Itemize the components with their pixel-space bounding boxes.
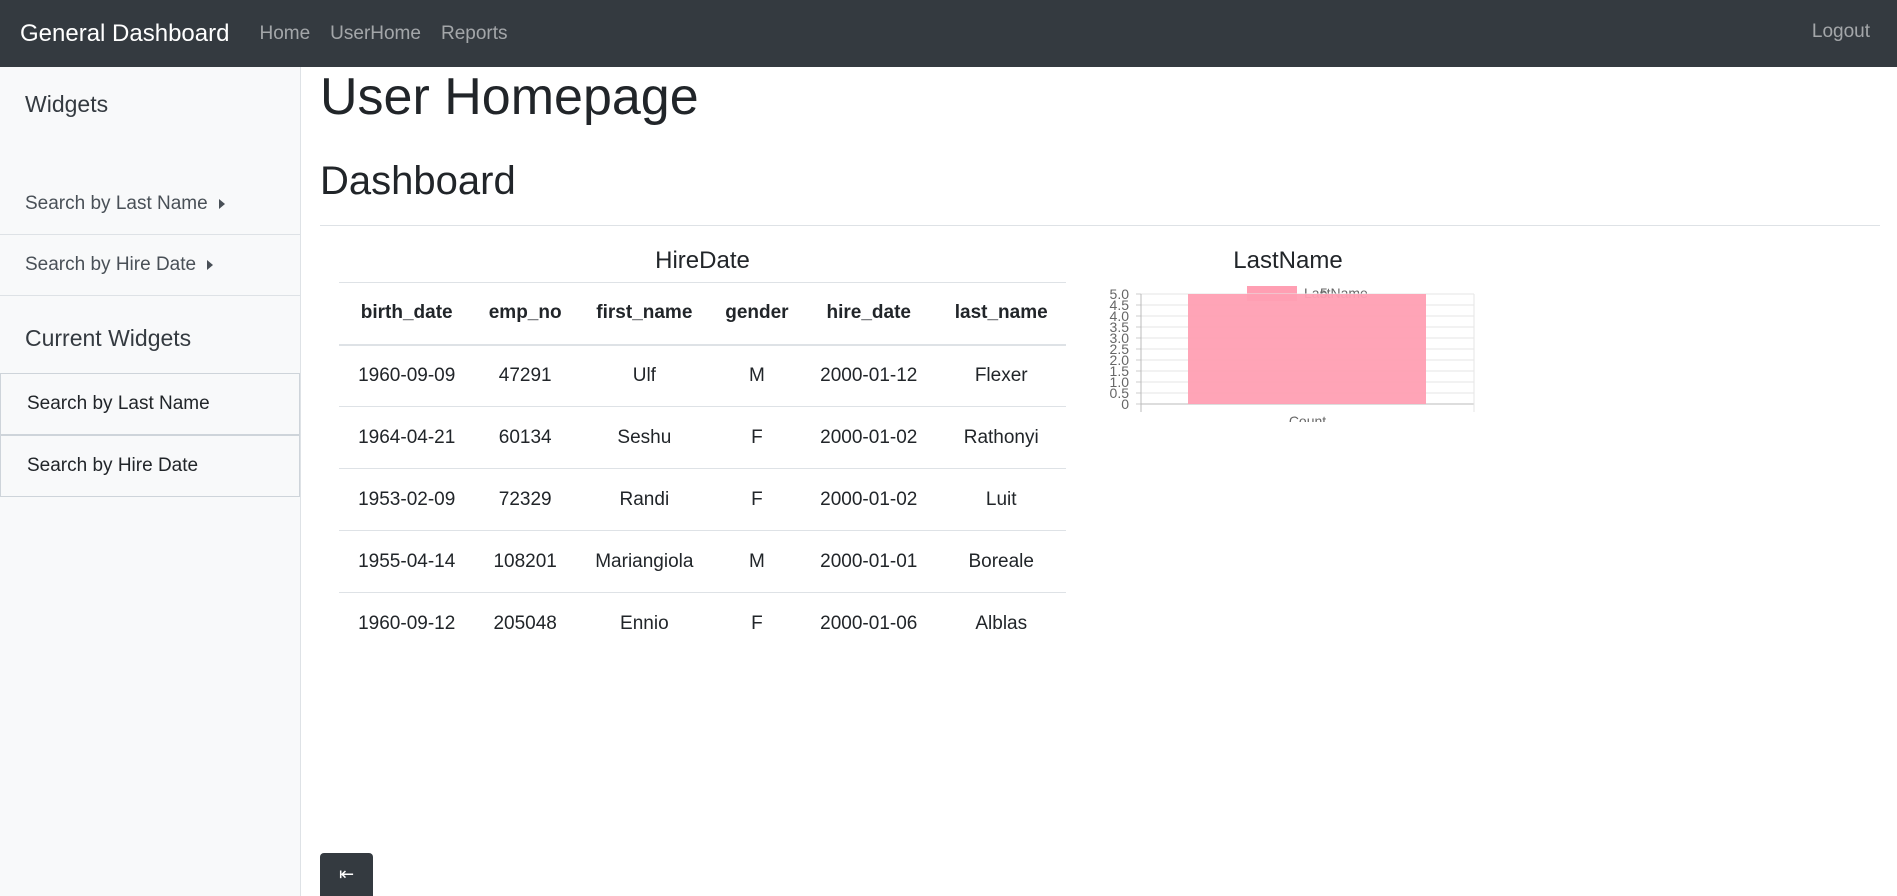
- table-cell: F: [712, 406, 802, 469]
- table-cell: 47291: [474, 344, 576, 407]
- sidebar-item-label: Search by Last Name: [25, 193, 208, 214]
- table-row: 1964-04-21 60134 Seshu F 2000-01-02 Rath…: [339, 406, 1066, 469]
- current-widgets-heading: Current Widgets: [25, 325, 192, 351]
- table-cell: 2000-01-06: [820, 612, 918, 634]
- column-header: last_name: [936, 282, 1066, 346]
- column-header: hire_date: [801, 282, 937, 346]
- logout-link[interactable]: Logout: [1812, 21, 1870, 43]
- nav-link-userhome[interactable]: UserHome: [330, 23, 421, 45]
- nav-link-reports[interactable]: Reports: [441, 23, 508, 45]
- chart-widget-title: LastName: [1233, 247, 1343, 274]
- table-cell: 2000-01-01: [801, 530, 937, 593]
- caret-right-icon: [207, 260, 214, 270]
- column-header: first_name: [575, 282, 713, 346]
- table-row: 1960-09-12 205048 Ennio F 2000-01-06 Alb…: [339, 593, 1066, 655]
- table-cell: M: [712, 530, 802, 593]
- table-cell: Luit: [936, 468, 1066, 531]
- employee-table: birth_date emp_no first_name gender hire…: [339, 282, 1066, 655]
- table-cell: M: [712, 344, 802, 407]
- y-tick-label: 0: [1121, 396, 1129, 412]
- table-cell: 2000-01-02: [801, 406, 937, 469]
- x-tick-label: Count: [1289, 413, 1326, 422]
- table-cell: 205048: [493, 612, 557, 634]
- current-widget-label: Search by Hire Date: [27, 455, 199, 476]
- bar-count: [1188, 294, 1426, 404]
- table-cell: 1960-09-12: [358, 612, 456, 634]
- table-cell: Rathonyi: [936, 406, 1066, 469]
- table-cell: 60134: [474, 406, 576, 469]
- nav-link-home[interactable]: Home: [259, 23, 310, 45]
- lastname-chart-widget: LastName LastName 5 5.0 4.5 4.0 3.5 3.0 2.5 2.0 1…: [1098, 239, 1478, 422]
- table-cell: 72329: [474, 468, 576, 531]
- table-cell: 108201: [474, 530, 576, 593]
- current-widget-search-last-name[interactable]: Search by Last Name: [0, 373, 300, 435]
- sidebar-item-label: Search by Hire Date: [25, 254, 197, 275]
- table-row: 1955-04-14 108201 Mariangiola M 2000-01-…: [339, 530, 1066, 593]
- table-cell: 1960-09-09: [339, 344, 475, 407]
- table-cell: Alblas: [975, 612, 1028, 634]
- current-widget-label: Search by Last Name: [27, 393, 210, 414]
- section-title: Dashboard: [320, 159, 516, 203]
- table-cell: Ennio: [620, 612, 669, 634]
- caret-right-icon: [218, 199, 225, 209]
- table-cell: Randi: [575, 468, 713, 531]
- table-row: 1953-02-09 72329 Randi F 2000-01-02 Luit: [339, 468, 1066, 531]
- column-header: birth_date: [339, 282, 475, 346]
- sidebar-item-search-last-name[interactable]: Search by Last Name: [0, 174, 300, 235]
- hiredate-table-widget: HireDate birth_date emp_no first_name ge…: [339, 239, 1066, 655]
- table-cell: 1964-04-21: [339, 406, 475, 469]
- table-cell: 1955-04-14: [339, 530, 475, 593]
- top-navbar: General Dashboard Home UserHome Reports …: [0, 0, 1897, 67]
- widgets-heading: Widgets: [25, 91, 109, 117]
- table-cell: 1953-02-09: [339, 468, 475, 531]
- table-cell: F: [751, 612, 763, 634]
- current-widget-search-hire-date[interactable]: Search by Hire Date: [0, 435, 300, 497]
- table-cell: Ulf: [575, 344, 713, 407]
- table-cell: Mariangiola: [575, 530, 713, 593]
- table-cell: 2000-01-12: [801, 344, 937, 407]
- table-cell: Seshu: [575, 406, 713, 469]
- divider: [320, 225, 1880, 226]
- page-title: User Homepage: [320, 68, 699, 126]
- sidebar: Widgets Search by Last Name Search by Hi…: [0, 67, 301, 896]
- table-cell: 2000-01-02: [801, 468, 937, 531]
- table-widget-title: HireDate: [655, 247, 750, 274]
- table-row: 1960-09-09 47291 Ulf M 2000-01-12 Flexer: [339, 344, 1066, 407]
- collapse-arrow-icon: ⇤: [338, 864, 355, 884]
- navbar-brand[interactable]: General Dashboard: [20, 20, 229, 48]
- table-header-row: birth_date emp_no first_name gender hire…: [339, 282, 1066, 346]
- table-cell: Flexer: [936, 344, 1066, 407]
- collapse-sidebar-button[interactable]: ⇤: [320, 853, 373, 896]
- table-cell: Boreale: [936, 530, 1066, 593]
- lastname-bar-chart: LastName55.04.54.03.53.02.52.01.51.00.50…: [1110, 285, 1475, 422]
- sidebar-item-search-hire-date[interactable]: Search by Hire Date: [0, 235, 300, 296]
- table-cell: F: [712, 468, 802, 531]
- column-header: emp_no: [474, 282, 576, 346]
- column-header: gender: [712, 282, 802, 346]
